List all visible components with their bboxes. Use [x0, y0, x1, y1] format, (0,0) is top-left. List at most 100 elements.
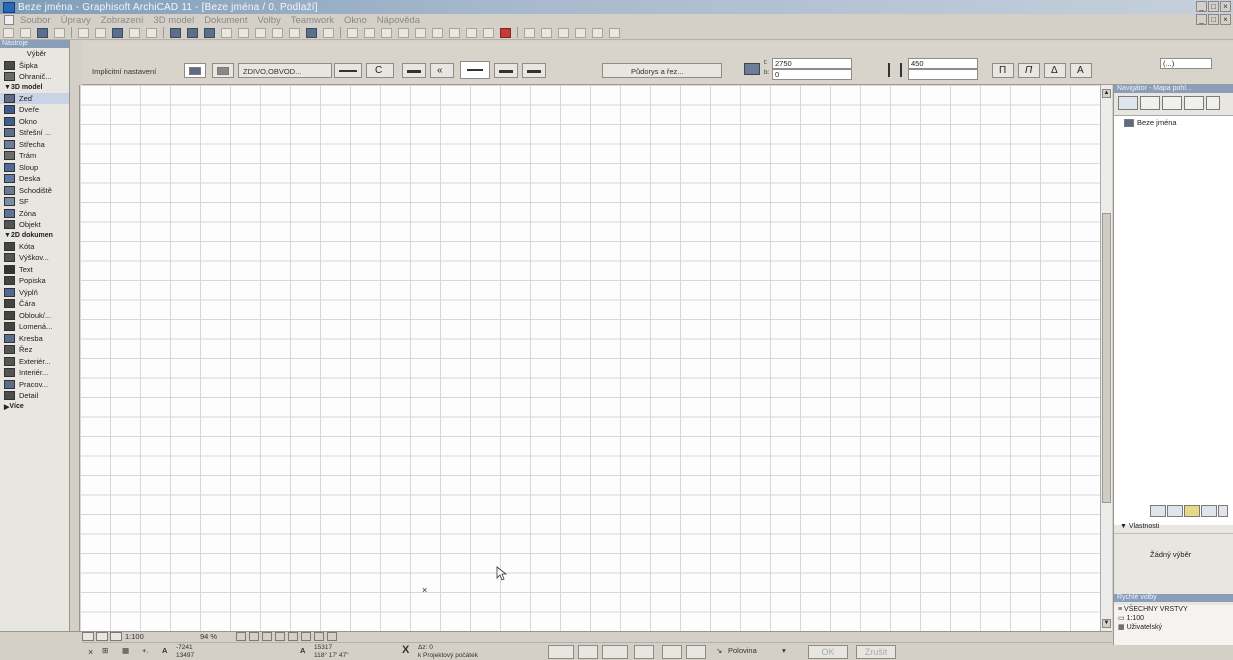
wall-slant-polygonal[interactable]: A — [1070, 63, 1092, 78]
open-view-icon[interactable] — [1150, 505, 1166, 517]
toolbox-tool[interactable]: Exteriér... — [0, 356, 69, 368]
inject-icon[interactable] — [204, 27, 215, 38]
toolbox-tool[interactable]: Dveře — [0, 104, 69, 116]
new-file-icon[interactable] — [3, 27, 14, 38]
delete-coordinate-icon[interactable]: X — [402, 644, 409, 656]
settings-view-icon[interactable] — [1167, 505, 1183, 517]
copy-icon[interactable] — [95, 27, 106, 38]
special-snap-button[interactable] — [662, 645, 682, 659]
quick-option-layers[interactable]: ≡ VŠECHNY VRSTVY — [1114, 605, 1233, 614]
redo-icon[interactable] — [146, 27, 157, 38]
toolbox-group-header[interactable]: ▶ Více — [0, 402, 69, 412]
offset-icon[interactable] — [483, 27, 494, 38]
toolbox-tool[interactable]: Text — [0, 264, 69, 276]
floor-plan-view-icon[interactable] — [82, 632, 94, 641]
snap-grid-icon[interactable]: ▦ — [122, 646, 129, 655]
ungroup-icon[interactable] — [364, 27, 375, 38]
elevation-reference[interactable]: k Projektový počátek — [418, 652, 478, 659]
maximize-button[interactable]: □ — [1208, 1, 1219, 12]
menu-napoveda[interactable]: Nápověda — [377, 15, 420, 26]
thickness-field[interactable]: 450 — [908, 58, 978, 69]
toolbox-tool[interactable]: Kresba — [0, 333, 69, 345]
wall-settings-button[interactable] — [184, 63, 206, 78]
new-folder-icon[interactable] — [1184, 505, 1200, 517]
elevation-value[interactable]: Δz: 0 — [418, 644, 433, 651]
snap-icon[interactable] — [221, 27, 232, 38]
wall-slant-double[interactable]: Δ — [1044, 63, 1066, 78]
navigator-layout-book-icon[interactable] — [1162, 96, 1182, 110]
navigator-project-map-icon[interactable] — [1118, 96, 1138, 110]
layer-icon[interactable] — [289, 27, 300, 38]
coordinate-dx[interactable]: -7241 — [176, 644, 193, 651]
collapse-arrow-icon[interactable]: ▼ — [4, 232, 11, 239]
wall-construction-method[interactable]: « — [430, 63, 454, 78]
lock-icon[interactable] — [381, 27, 392, 38]
pan-icon[interactable] — [575, 27, 586, 38]
cut-icon[interactable] — [78, 27, 89, 38]
toolbox-tool[interactable]: Čára — [0, 298, 69, 310]
ok-button[interactable]: OK — [808, 645, 848, 659]
help-icon[interactable] — [609, 27, 620, 38]
toolbox-tool[interactable]: Pracov... — [0, 379, 69, 391]
wall-slant-vertical[interactable]: Π — [992, 63, 1014, 78]
toolbox-select-title[interactable]: Výběr — [0, 48, 69, 60]
toolbox-tool[interactable]: Střešní ... — [0, 127, 69, 139]
menu-zobrazeni[interactable]: Zobrazení — [101, 15, 144, 26]
snap-points-button[interactable] — [686, 645, 706, 659]
toolbox-tool[interactable]: Schodiště — [0, 185, 69, 197]
cancel-button[interactable]: Zrušit — [856, 645, 896, 659]
play-icon[interactable] — [236, 632, 246, 641]
open-file-icon[interactable] — [20, 27, 31, 38]
quick-option-scale[interactable]: ▭ 1:100 — [1114, 614, 1233, 623]
scroll-up-arrow-icon[interactable]: ▲ — [1102, 89, 1111, 98]
wall-profile-selector[interactable]: ZDIVO,OBVOD... — [238, 63, 332, 78]
pick-up-icon[interactable] — [187, 27, 198, 38]
toolbox-tool[interactable]: Sloup — [0, 162, 69, 174]
menu-dokument[interactable]: Dokument — [204, 15, 247, 26]
save-icon[interactable] — [37, 27, 48, 38]
toolbox-tool[interactable]: Trám — [0, 150, 69, 162]
info-right-field[interactable]: (...) — [1160, 58, 1212, 69]
grid-icon[interactable] — [306, 27, 317, 38]
layer-combo-icon[interactable] — [96, 632, 108, 641]
next-zoom-icon[interactable] — [301, 632, 311, 641]
toolbox-tool[interactable]: Oblouk/... — [0, 310, 69, 322]
coordinate-origin-icon[interactable]: +. — [142, 646, 148, 655]
toolbox-tool[interactable]: Výškov... — [0, 252, 69, 264]
intersect-icon[interactable] — [415, 27, 426, 38]
scroll-down-arrow-icon[interactable]: ▼ — [1102, 619, 1111, 628]
cancel-input-icon[interactable]: × — [88, 647, 93, 657]
quick-option-custom[interactable]: ▦ Uživatelský — [1114, 623, 1233, 632]
view-options-icon[interactable] — [541, 27, 552, 38]
gravity-icon[interactable] — [272, 27, 283, 38]
guide-icon[interactable] — [238, 27, 249, 38]
toolbox-tool[interactable]: Šipka — [0, 60, 69, 72]
snap-relative-icon[interactable]: ⊞ — [102, 646, 108, 655]
toolbox-tool[interactable]: Detail — [0, 390, 69, 402]
parallel-button[interactable] — [578, 645, 598, 659]
previous-zoom-icon[interactable] — [288, 632, 298, 641]
floorplan-section-button[interactable]: Půdorys a řez... — [602, 63, 722, 78]
navigator-publisher-icon[interactable] — [1184, 96, 1204, 110]
pan-view-icon[interactable] — [327, 632, 337, 641]
coordinate-dy[interactable]: 13497 — [176, 652, 194, 659]
navigator-more-icon[interactable] — [1206, 96, 1220, 110]
coordinate-r[interactable]: 15317 — [314, 644, 332, 651]
menu-okno[interactable]: Okno — [344, 15, 367, 26]
delete-view-icon[interactable] — [1218, 505, 1228, 517]
fillet-icon[interactable] — [466, 27, 477, 38]
menu-teamwork[interactable]: Teamwork — [291, 15, 334, 26]
collapse-arrow-icon[interactable]: ▼ — [4, 84, 11, 91]
wall-type-straight[interactable] — [334, 63, 362, 78]
toolbox-tool[interactable]: Interiér... — [0, 367, 69, 379]
zoom-display[interactable]: 94 % — [200, 632, 217, 641]
3d-window-icon[interactable] — [500, 27, 511, 38]
thickness-secondary-field[interactable] — [908, 69, 978, 80]
pen-set-icon[interactable] — [110, 632, 122, 641]
toolbox-tool[interactable]: Střecha — [0, 139, 69, 151]
zoom-icon[interactable] — [558, 27, 569, 38]
perpendicular-button[interactable] — [602, 645, 628, 659]
doc-minimize-button[interactable]: _ — [1196, 14, 1207, 25]
scrollbar-thumb[interactable] — [1102, 213, 1111, 503]
height-field[interactable]: 2750 — [772, 58, 852, 69]
